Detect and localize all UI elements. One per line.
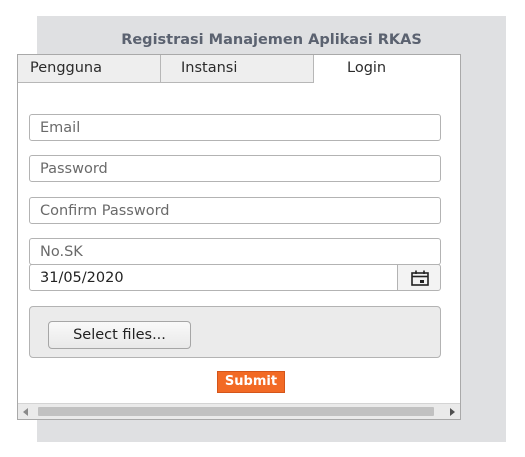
scroll-left-icon[interactable]	[23, 408, 28, 416]
submit-button[interactable]: Submit	[217, 371, 285, 393]
select-files-button[interactable]: Select files...	[48, 321, 191, 349]
calendar-icon	[411, 270, 429, 286]
date-field[interactable]: 31/05/2020	[29, 264, 398, 291]
email-field[interactable]: Email	[29, 114, 441, 141]
tab-content-frame	[17, 54, 461, 420]
horizontal-scrollbar[interactable]	[18, 403, 460, 419]
scroll-right-icon[interactable]	[450, 408, 455, 416]
nosk-field[interactable]: No.SK	[29, 238, 441, 265]
tab-login[interactable]: Login	[314, 55, 460, 83]
confirm-password-field[interactable]: Confirm Password	[29, 197, 441, 224]
password-field[interactable]: Password	[29, 155, 441, 182]
scrollbar-thumb[interactable]	[38, 407, 434, 416]
page-title: Registrasi Manajemen Aplikasi RKAS	[121, 32, 422, 48]
tab-instansi[interactable]: Instansi	[161, 55, 314, 83]
tab-pengguna[interactable]: Pengguna	[18, 55, 161, 83]
date-picker-button[interactable]	[397, 264, 441, 291]
